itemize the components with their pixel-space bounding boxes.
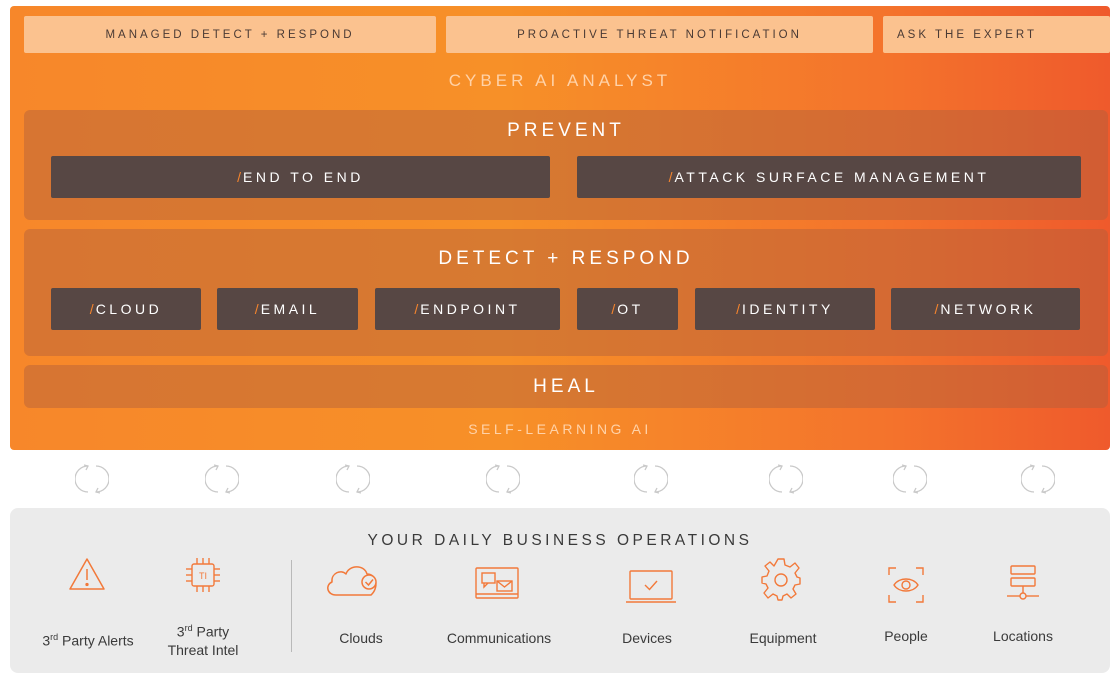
chip-label: ATTACK SURFACE MANAGEMENT: [674, 169, 990, 185]
sync-cycle-icon: [75, 464, 109, 494]
chip-label: OT: [617, 301, 644, 317]
chip-slash: /: [611, 301, 616, 317]
operations-title: YOUR DAILY BUSINESS OPERATIONS: [367, 532, 753, 549]
detect-respond-title: DETECT + RESPOND: [438, 248, 694, 269]
tab-ask-the-expert[interactable]: ASK THE EXPERT: [883, 16, 1110, 53]
label-communications: Communications: [446, 630, 552, 646]
chip-email[interactable]: / EMAIL: [217, 288, 358, 330]
label-rest: Party: [192, 623, 230, 640]
label-rest: Party Alerts: [58, 632, 134, 649]
warning-triangle-icon: [69, 558, 105, 590]
sync-cycle-icon: [893, 464, 927, 494]
chip-label: EMAIL: [260, 301, 321, 317]
label-3rd-party-threat-intel: 3rd Party Threat Intel: [133, 619, 273, 659]
tab-proactive-threat-notification[interactable]: PROACTIVE THREAT NOTIFICATION: [446, 16, 873, 53]
chip-label: IDENTITY: [742, 301, 834, 317]
cyber-ai-analyst-label: CYBER AI ANALYST: [448, 71, 672, 90]
label-locations: Locations: [993, 628, 1053, 644]
chip-slash: /: [934, 301, 939, 317]
label-sup: rd: [50, 632, 59, 642]
communications-icon: [475, 567, 519, 599]
chip-label: NETWORK: [940, 301, 1037, 317]
chip-slash: /: [237, 169, 242, 185]
chip-attack-surface-management[interactable]: / ATTACK SURFACE MANAGEMENT: [577, 156, 1081, 198]
label-main: 3: [176, 623, 185, 640]
gear-icon: [761, 558, 801, 601]
chip-slash: /: [414, 301, 419, 317]
label-devices: Devices: [622, 630, 672, 646]
chip-slash: /: [89, 301, 94, 317]
sync-cycle-icon: [336, 464, 370, 494]
svg-text:TI: TI: [199, 571, 207, 581]
self-learning-ai-label: SELF-LEARNING AI: [468, 421, 652, 437]
chip-label: END TO END: [243, 169, 364, 185]
heal-title: HEAL: [533, 376, 599, 397]
sync-cycle-icon: [634, 464, 668, 494]
chip-slash: /: [668, 169, 673, 185]
daily-operations-panel: YOUR DAILY BUSINESS OPERATIONS 3rd Party…: [10, 508, 1110, 673]
sync-cycle-icon: [486, 464, 520, 494]
chip-cloud[interactable]: / CLOUD: [51, 288, 201, 330]
chip-identity[interactable]: / IDENTITY: [695, 288, 875, 330]
label-sup: rd: [184, 623, 193, 633]
chip-slash: /: [736, 301, 741, 317]
laptop-check-icon: [626, 570, 676, 603]
label-line2: Threat Intel: [167, 641, 239, 658]
chip-end-to-end[interactable]: / END TO END: [51, 156, 550, 198]
heal-band: HEAL: [24, 365, 1108, 408]
chip-label: CLOUD: [95, 301, 163, 317]
prevent-title: PREVENT: [507, 120, 625, 141]
cloud-check-icon: [327, 566, 377, 596]
chip-network[interactable]: / NETWORK: [891, 288, 1080, 330]
label-clouds: Clouds: [339, 630, 383, 646]
eye-scan-icon: [888, 567, 924, 603]
sync-cycle-icon: [769, 464, 803, 494]
tab-managed-detect-respond[interactable]: MANAGED DETECT + RESPOND: [24, 16, 436, 53]
chip-label: ENDPOINT: [420, 301, 521, 317]
sync-cycle-icon: [1021, 464, 1055, 494]
threat-intel-chip-icon: TI: [186, 558, 220, 592]
chip-endpoint[interactable]: / ENDPOINT: [375, 288, 560, 330]
sync-cycle-icon: [205, 464, 239, 494]
label-equipment: Equipment: [749, 630, 817, 646]
chip-ot[interactable]: / OT: [577, 288, 678, 330]
label-main: 3: [42, 632, 51, 649]
chip-slash: /: [254, 301, 259, 317]
network-locations-icon: [1007, 565, 1039, 600]
